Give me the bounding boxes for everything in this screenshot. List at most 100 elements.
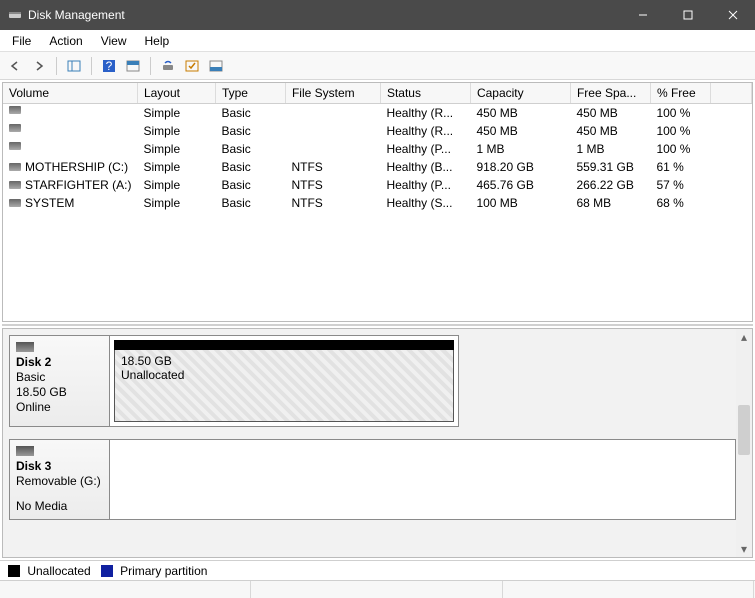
volume-layout: Simple	[137, 140, 215, 158]
table-row[interactable]: MOTHERSHIP (C:)SimpleBasicNTFSHealthy (B…	[3, 158, 752, 176]
col-pctfree[interactable]: % Free	[650, 83, 710, 104]
region-size: 18.50 GB	[121, 354, 447, 368]
help-button[interactable]: ?	[98, 55, 120, 77]
volume-pctfree: 100 %	[650, 140, 710, 158]
bottom-view-button[interactable]	[205, 55, 227, 77]
scroll-thumb[interactable]	[738, 405, 750, 455]
volume-capacity: 1 MB	[470, 140, 570, 158]
volume-pctfree: 57 %	[650, 176, 710, 194]
volume-free: 1 MB	[570, 140, 650, 158]
menu-help[interactable]: Help	[137, 32, 178, 50]
volume-free: 450 MB	[570, 104, 650, 123]
volume-pctfree: 68 %	[650, 194, 710, 212]
toolbar-separator	[56, 57, 57, 75]
volume-type: Basic	[215, 176, 285, 194]
volume-type: Basic	[215, 194, 285, 212]
volume-list-pane[interactable]: Volume Layout Type File System Status Ca…	[2, 82, 753, 322]
window-title: Disk Management	[28, 8, 620, 22]
col-filesystem[interactable]: File System	[285, 83, 380, 104]
volume-name: STARFIGHTER (A:)	[25, 178, 131, 192]
volume-capacity: 450 MB	[470, 122, 570, 140]
legend-unallocated-label: Unallocated	[27, 564, 90, 578]
legend-bar: Unallocated Primary partition	[0, 560, 755, 580]
volume-type: Basic	[215, 122, 285, 140]
col-capacity[interactable]: Capacity	[470, 83, 570, 104]
col-volume[interactable]: Volume	[3, 83, 137, 104]
menu-action[interactable]: Action	[41, 32, 90, 50]
volume-layout: Simple	[137, 122, 215, 140]
refresh-button[interactable]	[157, 55, 179, 77]
disk-row[interactable]: Disk 2Basic18.50 GBOnline18.50 GBUnalloc…	[9, 335, 459, 427]
status-cell	[251, 581, 502, 598]
volume-pctfree: 100 %	[650, 104, 710, 123]
volume-status: Healthy (P...	[380, 176, 470, 194]
pane-splitter[interactable]	[2, 324, 753, 326]
col-layout[interactable]: Layout	[137, 83, 215, 104]
volume-fs	[285, 122, 380, 140]
status-cell	[503, 581, 754, 598]
col-spacer	[710, 83, 751, 104]
col-status[interactable]: Status	[380, 83, 470, 104]
minimize-button[interactable]	[620, 0, 665, 30]
svg-text:?: ?	[106, 59, 113, 73]
table-row[interactable]: SimpleBasicHealthy (R...450 MB450 MB100 …	[3, 104, 752, 123]
disk-label: Disk 2	[16, 355, 103, 369]
table-row[interactable]: SimpleBasicHealthy (P...1 MB1 MB100 %	[3, 140, 752, 158]
back-button[interactable]	[4, 55, 26, 77]
menu-view[interactable]: View	[93, 32, 135, 50]
toolbar-separator	[150, 57, 151, 75]
disk-type: Removable (G:)	[16, 474, 103, 488]
volume-status: Healthy (B...	[380, 158, 470, 176]
volume-table: Volume Layout Type File System Status Ca…	[3, 83, 752, 212]
volume-fs: NTFS	[285, 158, 380, 176]
col-type[interactable]: Type	[215, 83, 285, 104]
drive-icon	[9, 142, 21, 150]
swatch-unallocated	[8, 565, 20, 577]
toolbar: ?	[0, 52, 755, 80]
region-cap	[114, 340, 454, 350]
volume-fs: NTFS	[285, 194, 380, 212]
maximize-button[interactable]	[665, 0, 710, 30]
volume-free: 266.22 GB	[570, 176, 650, 194]
drive-icon	[9, 181, 21, 189]
legend-unallocated: Unallocated	[8, 564, 91, 578]
volume-free: 68 MB	[570, 194, 650, 212]
table-row[interactable]: SimpleBasicHealthy (R...450 MB450 MB100 …	[3, 122, 752, 140]
menu-file[interactable]: File	[4, 32, 39, 50]
scroll-track[interactable]	[736, 345, 752, 541]
volume-fs	[285, 140, 380, 158]
vertical-scrollbar[interactable]: ▴ ▾	[736, 329, 752, 557]
disk-icon	[16, 342, 34, 352]
volume-status: Healthy (R...	[380, 122, 470, 140]
disk-row[interactable]: Disk 3Removable (G:)No Media	[9, 439, 736, 520]
volume-pctfree: 61 %	[650, 158, 710, 176]
rescan-button[interactable]	[181, 55, 203, 77]
volume-type: Basic	[215, 140, 285, 158]
volume-fs: NTFS	[285, 176, 380, 194]
disk-body-empty	[110, 440, 735, 519]
scroll-up-icon[interactable]: ▴	[736, 329, 752, 345]
region-unallocated[interactable]: 18.50 GBUnallocated	[114, 350, 454, 422]
table-row[interactable]: STARFIGHTER (A:) SimpleBasicNTFSHealthy (…	[3, 176, 752, 194]
col-freespace[interactable]: Free Spa...	[570, 83, 650, 104]
disk-header[interactable]: Disk 2Basic18.50 GBOnline	[10, 336, 110, 426]
table-row[interactable]: SYSTEMSimpleBasicNTFSHealthy (S...100 MB…	[3, 194, 752, 212]
show-hide-tree-button[interactable]	[63, 55, 85, 77]
volume-layout: Simple	[137, 176, 215, 194]
volume-layout: Simple	[137, 104, 215, 123]
disk-type: Basic	[16, 370, 103, 384]
drive-icon	[9, 163, 21, 171]
volume-free: 450 MB	[570, 122, 650, 140]
scroll-down-icon[interactable]: ▾	[736, 541, 752, 557]
disk-icon	[16, 446, 34, 456]
volume-name: MOTHERSHIP (C:)	[25, 160, 128, 174]
volume-fs	[285, 104, 380, 123]
top-view-button[interactable]	[122, 55, 144, 77]
forward-button[interactable]	[28, 55, 50, 77]
disk-header[interactable]: Disk 3Removable (G:)No Media	[10, 440, 110, 519]
disk-body: 18.50 GBUnallocated	[110, 336, 458, 426]
drive-icon	[9, 124, 21, 132]
disk-label: Disk 3	[16, 459, 103, 473]
close-button[interactable]	[710, 0, 755, 30]
volume-layout: Simple	[137, 158, 215, 176]
